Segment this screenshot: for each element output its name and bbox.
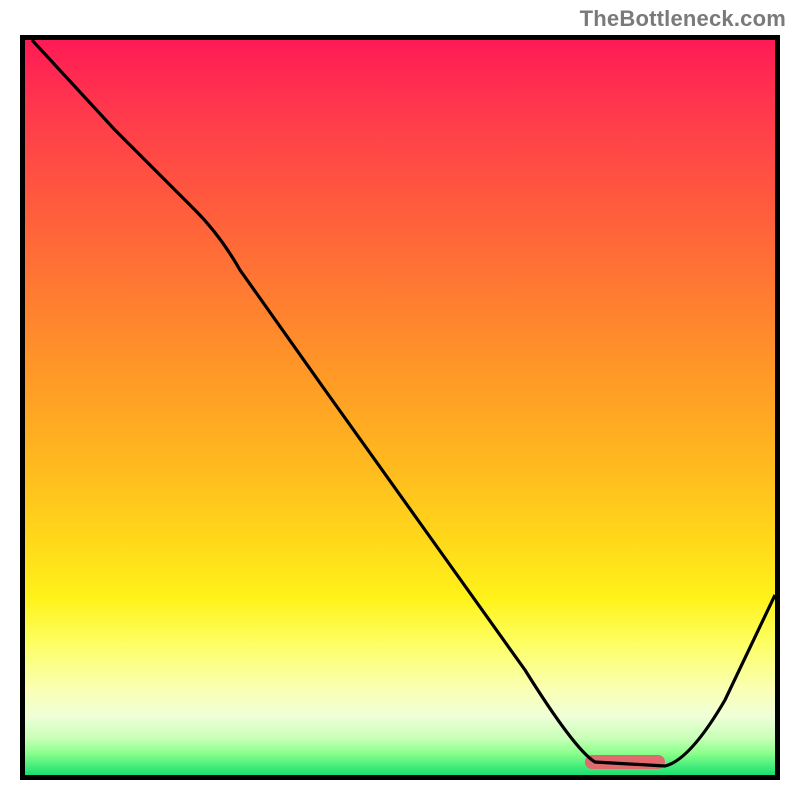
background-gradient xyxy=(25,40,775,775)
chart-container: TheBottleneck.com xyxy=(0,0,800,800)
watermark-text: TheBottleneck.com xyxy=(580,6,786,32)
plot-frame xyxy=(20,35,780,780)
optimum-marker xyxy=(585,755,665,769)
